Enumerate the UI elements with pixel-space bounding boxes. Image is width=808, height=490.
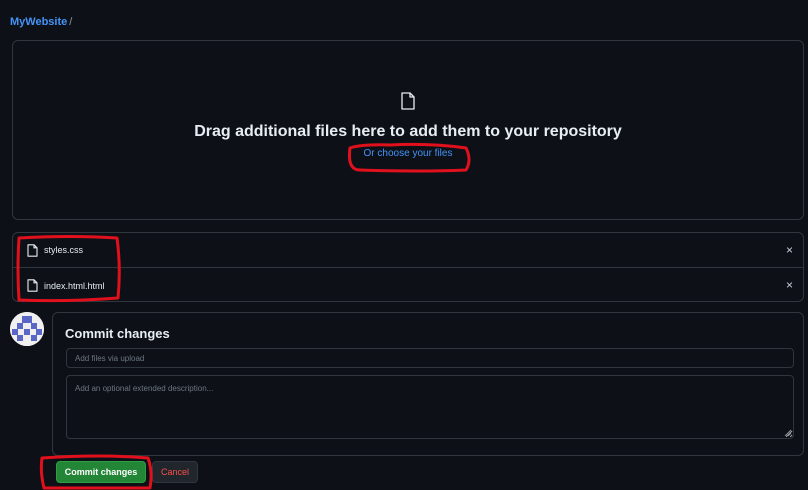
remove-file-icon[interactable]: × xyxy=(786,244,793,256)
commit-title: Commit changes xyxy=(65,326,170,341)
file-name: index.html.html xyxy=(44,280,105,291)
identicon-icon xyxy=(10,312,44,346)
drop-zone-subtitle: Or choose your files xyxy=(12,148,804,159)
commit-changes-button[interactable]: Commit changes xyxy=(56,461,146,483)
avatar xyxy=(10,312,44,346)
file-icon xyxy=(27,279,38,292)
cancel-button[interactable]: Cancel xyxy=(152,461,198,483)
file-row: styles.css × xyxy=(13,233,803,268)
breadcrumb: MyWebsite / xyxy=(10,15,72,29)
uploaded-file-list: styles.css × index.html.html × xyxy=(12,232,804,302)
commit-summary-input[interactable] xyxy=(66,348,794,368)
file-icon xyxy=(27,243,38,257)
breadcrumb-separator: / xyxy=(69,16,73,28)
drop-zone-title: Drag additional files here to add them t… xyxy=(194,123,622,140)
choose-files-link[interactable]: choose your files xyxy=(377,148,452,159)
resize-handle-icon[interactable] xyxy=(784,429,792,437)
file-row: index.html.html × xyxy=(13,268,803,303)
remove-file-icon[interactable]: × xyxy=(786,279,793,291)
file-name: styles.css xyxy=(44,245,84,255)
file-icon xyxy=(401,92,415,110)
drop-zone-prefix: Or xyxy=(363,148,378,159)
breadcrumb-repo-link[interactable]: MyWebsite xyxy=(10,16,67,28)
commit-description-input[interactable] xyxy=(66,375,794,439)
